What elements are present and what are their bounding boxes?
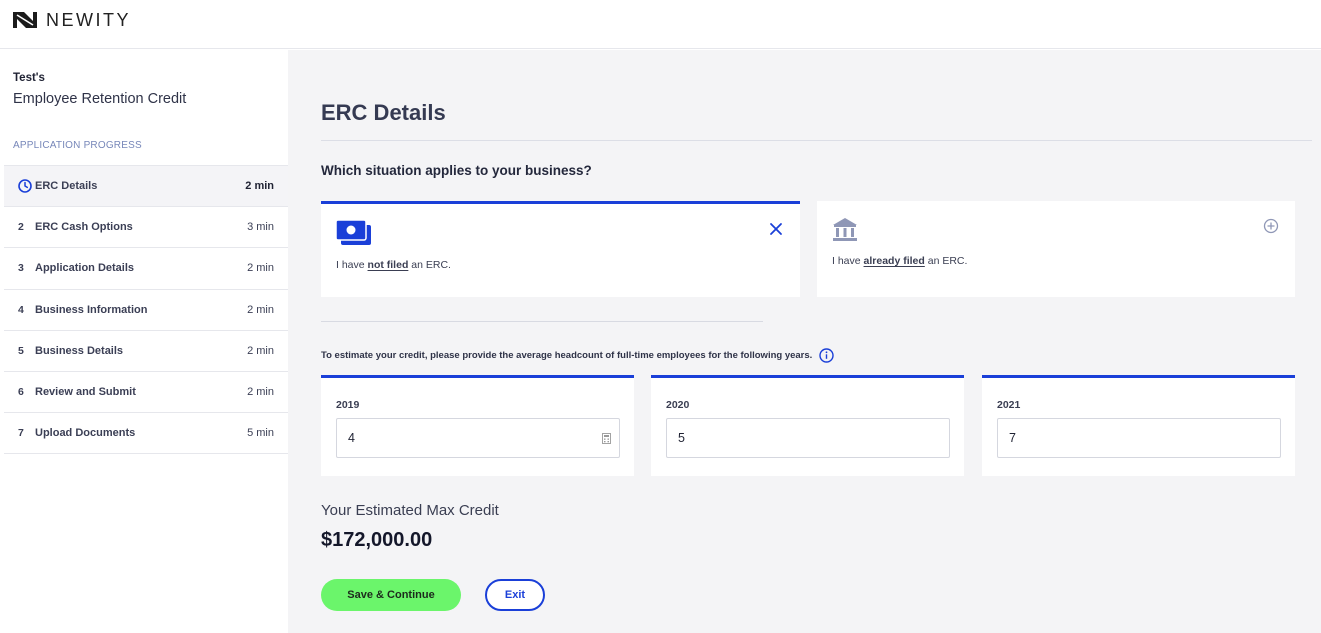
step-time: 2 min [247, 344, 274, 357]
step-number: 7 [18, 427, 24, 440]
input-value: 4 [348, 431, 355, 445]
progress-heading: APPLICATION PROGRESS [13, 140, 142, 151]
sidebar: Test's Employee Retention Credit APPLICA… [0, 50, 288, 633]
top-bar: NEWITY [0, 0, 1321, 49]
step-label: Review and Submit [35, 386, 136, 399]
option-already-filed[interactable]: I have already filed an ERC. [817, 201, 1295, 297]
estimate-prompt-text: To estimate your credit, please provide … [321, 350, 813, 361]
step-business-details[interactable]: 5 Business Details 2 min [4, 331, 288, 372]
step-time: 2 min [247, 262, 274, 275]
clock-icon [14, 179, 35, 193]
step-time: 2 min [247, 303, 274, 316]
step-number: 5 [18, 344, 24, 357]
step-review-and-submit[interactable]: 6 Review and Submit 2 min [4, 372, 288, 414]
step-number: 6 [18, 386, 24, 399]
step-erc-cash-options[interactable]: 2 ERC Cash Options 3 min [4, 207, 288, 249]
save-continue-button[interactable]: Save & Continue [321, 579, 461, 611]
input-value: 7 [1009, 431, 1016, 445]
step-business-information[interactable]: 4 Business Information 2 min [4, 290, 288, 331]
calculator-icon [602, 433, 611, 444]
year-card-2021: 2021 7 [982, 375, 1295, 476]
step-application-details[interactable]: 3 Application Details 2 min [4, 248, 288, 290]
main-content: ERC Details Which situation applies to y… [288, 50, 1321, 633]
input-value: 5 [678, 431, 685, 445]
step-number: 2 [18, 221, 24, 234]
step-label: ERC Cash Options [35, 221, 133, 234]
divider [321, 140, 1312, 141]
page-title: ERC Details [321, 100, 446, 125]
info-icon[interactable] [819, 348, 835, 363]
year-card-2020: 2020 5 [651, 375, 964, 476]
year-card-2019: 2019 4 [321, 375, 634, 476]
headcount-input-2021[interactable]: 7 [997, 418, 1281, 458]
headcount-input-2020[interactable]: 5 [666, 418, 950, 458]
step-label: Upload Documents [35, 427, 136, 440]
application-owner: Test's [13, 72, 45, 84]
bank-icon [833, 218, 857, 241]
step-time: 2 min [245, 180, 274, 193]
newity-logo-icon [13, 12, 37, 28]
step-number: 4 [18, 303, 24, 316]
option-label: I have not filed an ERC. [336, 259, 451, 271]
estimate-prompt: To estimate your credit, please provide … [321, 348, 835, 363]
close-icon[interactable] [768, 221, 784, 237]
option-label: I have already filed an ERC. [832, 255, 968, 267]
year-label: 2019 [336, 399, 360, 411]
progress-steps: ERC Details 2 min 2 ERC Cash Options 3 m… [4, 165, 288, 455]
divider [321, 321, 763, 322]
max-credit-value: $172,000.00 [321, 529, 433, 551]
step-time: 3 min [247, 221, 274, 234]
plus-circle-icon[interactable] [1263, 218, 1279, 234]
step-label: Business Information [35, 303, 148, 316]
year-label: 2020 [666, 399, 690, 411]
step-number: 3 [18, 262, 24, 275]
year-label: 2021 [997, 399, 1021, 411]
cash-icon [335, 219, 371, 245]
brand-name: NEWITY [46, 9, 131, 30]
application-title: Employee Retention Credit [13, 91, 187, 107]
step-time: 2 min [247, 386, 274, 399]
step-label: Application Details [35, 262, 135, 275]
situation-question: Which situation applies to your business… [321, 163, 592, 178]
step-label: Business Details [35, 344, 124, 357]
step-time: 5 min [247, 427, 274, 440]
option-not-filed[interactable]: I have not filed an ERC. [321, 201, 800, 297]
max-credit-label: Your Estimated Max Credit [321, 502, 499, 519]
step-erc-details[interactable]: ERC Details 2 min [4, 166, 288, 208]
brand-logo[interactable]: NEWITY [12, 10, 131, 30]
headcount-input-2019[interactable]: 4 [336, 418, 620, 458]
step-upload-documents[interactable]: 7 Upload Documents 5 min [4, 413, 288, 455]
exit-button[interactable]: Exit [485, 579, 545, 611]
step-label: ERC Details [35, 180, 98, 193]
